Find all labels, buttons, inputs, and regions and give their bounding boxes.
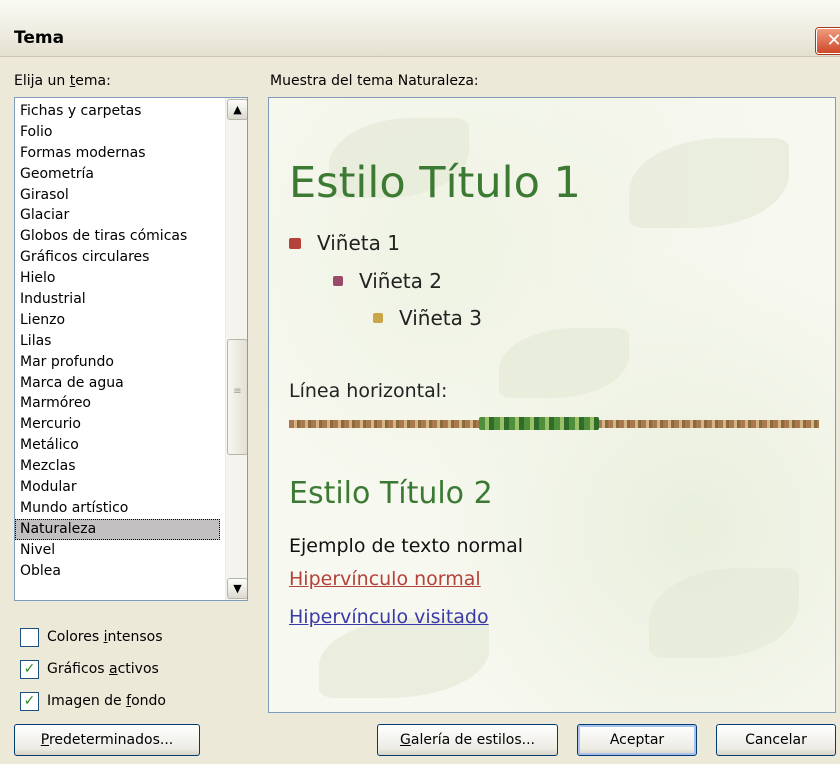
bullet-1: Viñeta 1 [289,231,400,255]
bullet-2: Viñeta 2 [333,269,442,293]
checkbox-box[interactable]: ✓ [20,659,39,679]
preview-normal-text: Ejemplo de texto normal [289,535,524,557]
theme-list-item[interactable]: Oblea [15,561,220,582]
theme-list-item[interactable]: Formas modernas [15,143,220,164]
preview-title-2: Estilo Título 2 [289,476,493,511]
theme-list-item[interactable]: Nivel [15,540,220,561]
theme-list-item[interactable]: Hielo [15,268,220,289]
theme-list: Fichas y carpetas Folio Formas modernas Geo… [15,101,220,581]
bullet-3: Viñeta 3 [373,306,482,330]
theme-list-item[interactable]: Gráficos circulares [15,247,220,268]
theme-list-item[interactable]: Mundo artístico [15,498,220,519]
checkbox-box[interactable]: ✓ [20,691,39,711]
theme-preview: Estilo Título 1 Viñeta 1 Viñeta 2 Viñeta… [268,97,836,713]
theme-list-item[interactable]: Industrial [15,289,220,310]
theme-list-item[interactable]: Fichas y carpetas [15,101,220,122]
checkbox-label: Gráficos activos [47,661,159,677]
background-leaf [499,328,629,398]
scroll-up-button[interactable]: ▲ [227,99,247,120]
checkmark-icon: ✓ [23,660,36,677]
scroll-down-button[interactable]: ▼ [227,578,247,599]
grip-icon: ≡ [233,386,242,397]
theme-list-item[interactable]: Naturaleza [15,518,220,540]
galeria-de-estilos-button[interactable]: Galería de estilos... [377,724,558,756]
imagen-de-fondo-checkbox[interactable]: ✓ Imagen de fondo [20,690,166,712]
theme-list-item[interactable]: Marca de agua [15,373,220,394]
theme-list-item[interactable]: Mercurio [15,414,220,435]
horizontal-line-ornament [479,417,599,430]
preview-label: Muestra del tema Naturaleza: [270,73,479,89]
checkbox-label: Imagen de fondo [47,693,166,709]
theme-list-item[interactable]: Metálico [15,435,220,456]
checkmark-icon: ✓ [23,692,36,709]
square-bullet-icon [373,313,383,323]
aceptar-button[interactable]: Aceptar [577,724,697,756]
checkbox-label: Colores intensos [47,629,163,645]
preview-visited-hyperlink: Hipervínculo visitado [289,606,489,628]
theme-list-item[interactable]: Glaciar [15,205,220,226]
predeterminados-button[interactable]: Predeterminados... [14,724,200,756]
checkbox-box[interactable] [20,627,39,647]
theme-list-item[interactable]: Girasol [15,185,220,206]
theme-list-item[interactable]: Lienzo [15,310,220,331]
theme-list-item[interactable]: Folio [15,122,220,143]
leaf-bullet-icon [289,237,301,249]
theme-list-item[interactable]: Mezclas [15,456,220,477]
theme-list-scrollbar[interactable]: ▲ ≡ ▼ [225,98,247,600]
theme-list-item[interactable]: Lilas [15,331,220,352]
bullet-2-text: Viñeta 2 [359,269,442,293]
theme-list-item[interactable]: Mar profundo [15,352,220,373]
theme-list-item[interactable]: Globos de tiras cómicas [15,226,220,247]
bullet-1-text: Viñeta 1 [317,231,400,255]
close-button[interactable]: ✕ [816,28,840,54]
window-title: Tema [14,28,65,48]
close-icon: ✕ [826,30,840,51]
theme-list-item[interactable]: Geometría [15,164,220,185]
theme-list-item[interactable]: Modular [15,477,220,498]
preview-hyperlink: Hipervínculo normal [289,568,481,590]
background-leaf [629,138,789,228]
background-leaf [319,618,489,698]
chevron-up-icon: ▲ [233,103,242,116]
horizontal-line-label: Línea horizontal: [289,380,448,402]
background-leaf [649,568,799,658]
cancelar-button[interactable]: Cancelar [716,724,836,756]
colores-intensos-checkbox[interactable]: Colores intensos [20,626,163,648]
chevron-down-icon: ▼ [233,582,242,595]
square-bullet-icon [333,276,343,286]
bullet-3-text: Viñeta 3 [399,306,482,330]
theme-list-label: Elija un tema: [14,73,111,89]
scroll-thumb[interactable]: ≡ [227,339,247,455]
preview-title-1: Estilo Título 1 [289,158,581,208]
theme-listbox[interactable]: Fichas y carpetas Folio Formas modernas Geo… [14,97,248,601]
theme-list-item[interactable]: Marmóreo [15,393,220,414]
title-bar: Tema ✕ [0,0,840,57]
graficos-activos-checkbox[interactable]: ✓ Gráficos activos [20,658,159,680]
